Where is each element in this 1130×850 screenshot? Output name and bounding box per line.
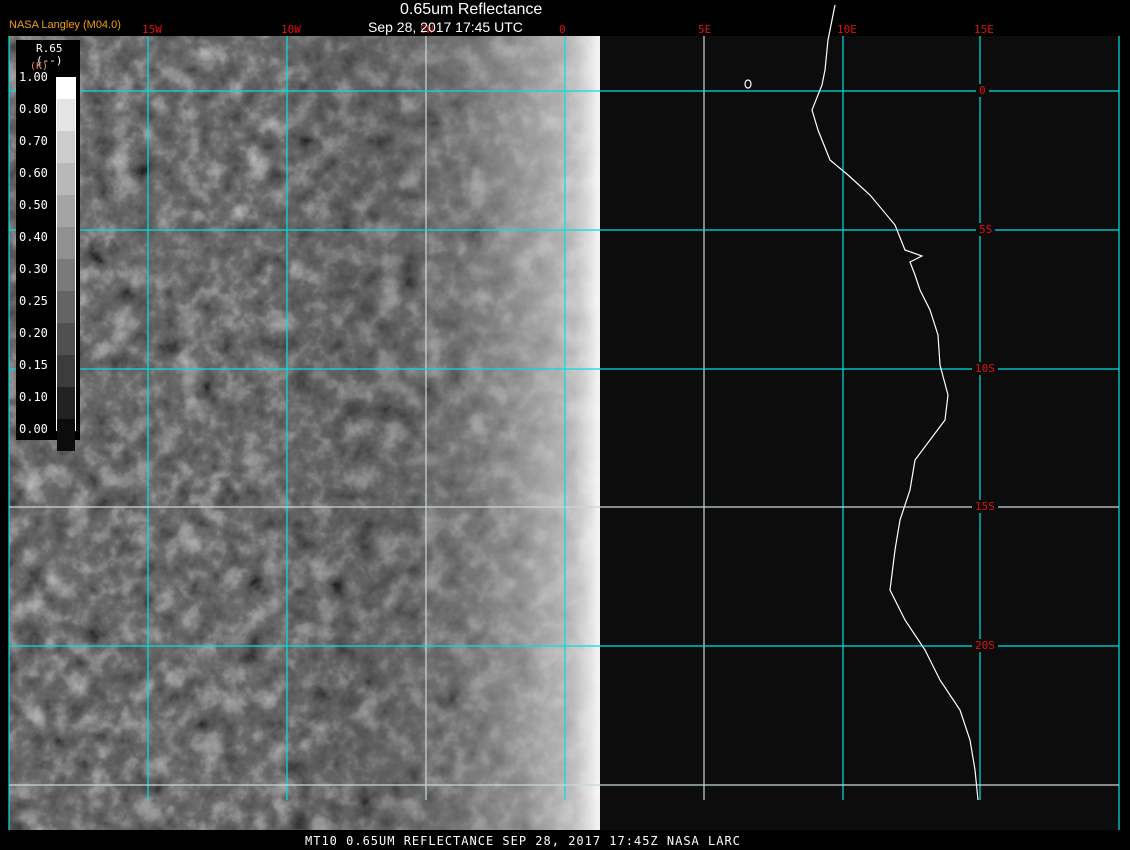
latitude-label: 15S — [972, 500, 998, 513]
longitude-label: 15W — [142, 23, 162, 36]
legend-swatch — [57, 131, 75, 163]
limb-brightening — [280, 36, 600, 830]
longitude-label: 15E — [974, 23, 994, 36]
legend-level-label: 0.30 — [19, 262, 48, 276]
latitude-label: 0 — [976, 84, 989, 97]
legend-swatch — [57, 387, 75, 419]
legend-swatch — [57, 259, 75, 291]
legend-swatch — [57, 355, 75, 387]
longitude-label: 0 — [559, 23, 566, 36]
longitude-label: 10W — [281, 23, 301, 36]
latitude-label: 5S — [976, 223, 996, 236]
legend-level-label: 0.80 — [19, 102, 48, 116]
legend-level-label: 0.20 — [19, 326, 48, 340]
legend-swatch — [57, 77, 75, 99]
longitude-label: 5E — [698, 23, 712, 36]
legend-level-label: 1.00 — [19, 70, 48, 84]
product-title: 0.65um Reflectance — [400, 1, 543, 18]
legend-level-label: 0.50 — [19, 198, 48, 212]
legend-swatch — [57, 291, 75, 323]
legend-level-label: 0.00 — [19, 422, 48, 436]
latitude-label: 20S — [972, 639, 998, 652]
latitude-label: 10S — [972, 362, 998, 375]
footer-caption: MT10 0.65UM REFLECTANCE SEP 28, 2017 17:… — [305, 834, 741, 848]
space-background — [560, 36, 1120, 830]
legend-swatch — [57, 323, 75, 355]
legend-colorbar — [56, 77, 76, 451]
legend-swatch — [57, 195, 75, 227]
software-version: NASA Langley (M04.0) — [9, 19, 121, 31]
legend-swatch — [57, 419, 75, 451]
legend-level-label: 0.10 — [19, 390, 48, 404]
satellite-map — [8, 4, 1120, 830]
legend-swatch — [57, 99, 75, 131]
legend-level-label: 0.60 — [19, 166, 48, 180]
observation-time: Sep 28, 2017 17:45 UTC — [368, 19, 523, 35]
legend-level-label: 0.40 — [19, 230, 48, 244]
legend-level-label: 0.25 — [19, 294, 48, 308]
color-legend: R.65 (--) (K) 1.00 0.80 0.70 0.60 0.50 0.40 0.… — [16, 40, 80, 451]
legend-swatch — [57, 227, 75, 259]
legend-level-label: 0.70 — [19, 134, 48, 148]
legend-swatch — [57, 163, 75, 195]
legend-level-label: 0.15 — [19, 358, 48, 372]
longitude-label: 10E — [837, 23, 857, 36]
